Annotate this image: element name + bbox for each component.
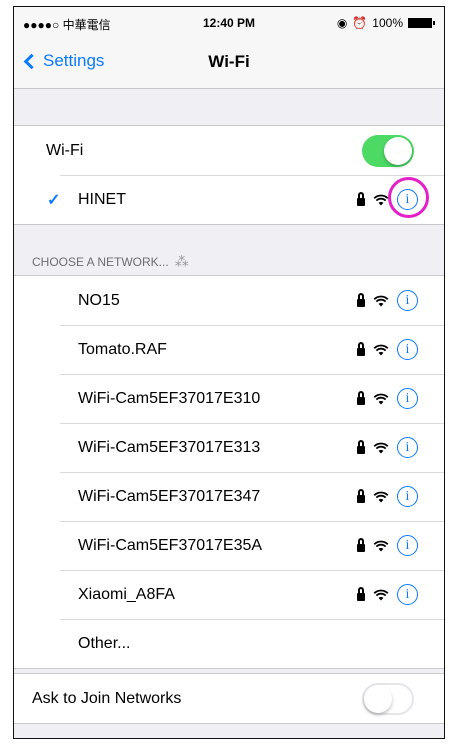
- lock-icon: [357, 537, 365, 552]
- info-icon[interactable]: i: [397, 388, 418, 409]
- wifi-label: Wi-Fi: [46, 141, 84, 159]
- lock-icon: [357, 488, 365, 503]
- wifi-signal-icon: [373, 589, 389, 600]
- ask-to-join-group: Ask to Join Networks: [14, 673, 444, 724]
- ask-to-join-row: Ask to Join Networks: [14, 674, 444, 723]
- info-icon[interactable]: i: [397, 339, 418, 360]
- network-icons: i: [357, 486, 418, 507]
- info-icon[interactable]: i: [397, 584, 418, 605]
- wifi-signal-icon: [373, 491, 389, 502]
- network-icons: i: [357, 437, 418, 458]
- info-icon[interactable]: i: [397, 290, 418, 311]
- wifi-group: Wi-Fi ✓ HINET i: [14, 125, 444, 225]
- wifi-toggle[interactable]: [362, 134, 414, 167]
- alarm-icon: ⏰: [352, 16, 368, 30]
- wifi-signal-icon: [373, 194, 389, 205]
- network-name: WiFi-Cam5EF37017E310: [78, 389, 261, 407]
- page-title: Wi-Fi: [208, 52, 250, 71]
- network-icons: i: [357, 584, 418, 605]
- network-name: WiFi-Cam5EF37017E313: [78, 438, 261, 456]
- list-item[interactable]: WiFi-Cam5EF37017E347 i: [14, 472, 444, 521]
- network-name: HINET: [78, 190, 126, 208]
- section-header: CHOOSE A NETWORK... ⁂: [32, 253, 189, 270]
- lock-icon: [357, 341, 365, 356]
- ask-to-join-label: Ask to Join Networks: [32, 689, 182, 707]
- other-network-row[interactable]: Other...: [14, 619, 444, 668]
- wifi-signal-icon: [373, 540, 389, 551]
- spinner-icon: ⁂: [174, 253, 189, 269]
- location-icon: ◉: [336, 16, 348, 30]
- network-icons: i: [357, 339, 418, 360]
- network-name: Tomato.RAF: [78, 340, 167, 358]
- network-list: NO15 i Tomato.RAF i WiFi-Cam5EF37017E310…: [14, 275, 444, 669]
- status-right: ◉ ⏰ 100%: [336, 16, 435, 30]
- list-item[interactable]: NO15 i: [14, 276, 444, 325]
- navigation-bar: Settings Wi-Fi: [14, 37, 444, 89]
- checkmark-icon: ✓: [47, 191, 61, 209]
- lock-icon: [357, 439, 365, 454]
- network-name: Xiaomi_A8FA: [78, 585, 175, 603]
- toggle-knob: [364, 684, 392, 713]
- info-icon[interactable]: i: [397, 535, 418, 556]
- other-label: Other...: [78, 634, 131, 652]
- ask-to-join-toggle[interactable]: [362, 682, 414, 715]
- wifi-signal-icon: [373, 344, 389, 355]
- info-wrap: i: [388, 177, 429, 218]
- lock-icon: [357, 292, 365, 307]
- phone-screen: ●●●●○ 中華電信 12:40 PM ◉ ⏰ 100% Settings Wi…: [13, 6, 445, 739]
- network-name: NO15: [78, 291, 120, 309]
- info-icon[interactable]: i: [397, 486, 418, 507]
- highlight-circle: [388, 177, 429, 218]
- list-item[interactable]: Xiaomi_A8FA i: [14, 570, 444, 619]
- network-icons: i: [357, 388, 418, 409]
- wifi-signal-icon: [373, 295, 389, 306]
- connected-network-row[interactable]: ✓ HINET i: [14, 175, 444, 224]
- network-name: WiFi-Cam5EF37017E35A: [78, 536, 263, 554]
- list-item[interactable]: WiFi-Cam5EF37017E310 i: [14, 374, 444, 423]
- network-icons: i: [357, 535, 418, 556]
- toggle-knob: [384, 136, 412, 165]
- status-bar: ●●●●○ 中華電信 12:40 PM ◉ ⏰ 100%: [14, 7, 444, 37]
- list-item[interactable]: WiFi-Cam5EF37017E313 i: [14, 423, 444, 472]
- choose-network-label: CHOOSE A NETWORK...: [32, 254, 169, 269]
- network-icons: i: [357, 177, 429, 218]
- network-name: WiFi-Cam5EF37017E347: [78, 487, 261, 505]
- network-icons: i: [357, 290, 418, 311]
- battery-icon: [408, 18, 435, 28]
- lock-icon: [357, 390, 365, 405]
- battery-percent: 100%: [372, 16, 403, 30]
- info-icon[interactable]: i: [397, 437, 418, 458]
- list-item[interactable]: Tomato.RAF i: [14, 325, 444, 374]
- lock-icon: [357, 191, 365, 206]
- lock-icon: [357, 586, 365, 601]
- list-item[interactable]: WiFi-Cam5EF37017E35A i: [14, 521, 444, 570]
- wifi-signal-icon: [373, 393, 389, 404]
- wifi-signal-icon: [373, 442, 389, 453]
- wifi-toggle-row: Wi-Fi: [14, 126, 444, 175]
